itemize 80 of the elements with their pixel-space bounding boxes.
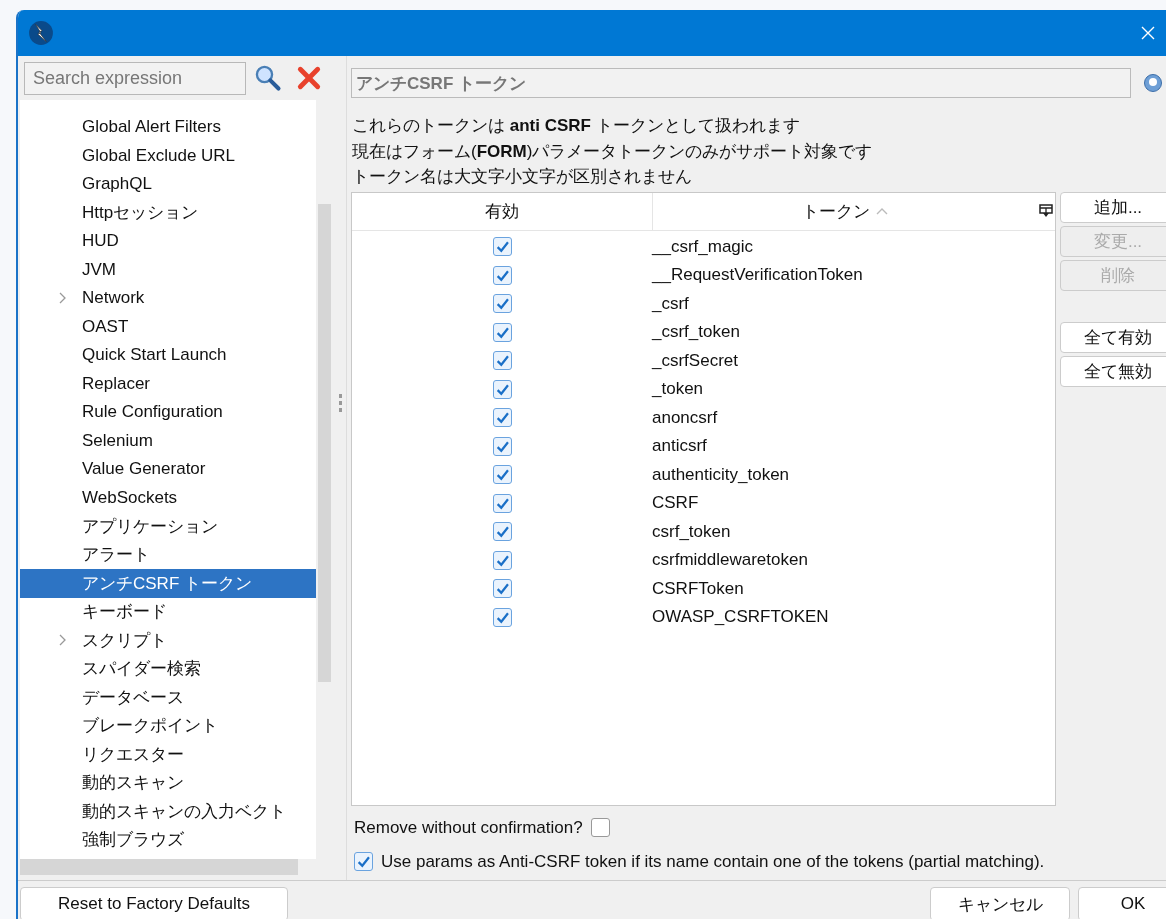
clear-icon[interactable]: [296, 65, 322, 91]
option-label: Remove without confirmation?: [354, 817, 583, 838]
option-label: Use params as Anti-CSRF token if its name contain one of the tokens (partial matching).: [381, 851, 1045, 872]
reset-button[interactable]: Reset to Factory Defaults: [20, 887, 288, 919]
help-icon[interactable]: [1143, 73, 1163, 93]
table-cell-text: anticsrf: [652, 436, 708, 457]
tree-item[interactable]: GraphQL: [20, 170, 316, 199]
tree-item[interactable]: Global Exclude URL: [20, 141, 316, 170]
panel-title: アンチCSRF トークン: [351, 68, 1131, 98]
checkbox[interactable]: [492, 579, 512, 599]
tree-item[interactable]: Quick Start Launch: [20, 341, 316, 370]
checkbox[interactable]: [492, 351, 512, 371]
table-cell-text: CSRF: [652, 493, 700, 514]
checkbox[interactable]: [492, 322, 512, 342]
tree-item[interactable]: ブレークポイント: [20, 711, 316, 740]
chevron-icon[interactable]: [58, 291, 68, 306]
table-button[interactable]: 全て有効: [1060, 321, 1166, 353]
tree-item[interactable]: キーボード: [20, 597, 316, 626]
checkbox[interactable]: [492, 522, 512, 542]
tree-item[interactable]: Value Generator: [20, 455, 316, 484]
tree-item[interactable]: Network: [20, 284, 316, 313]
column-header[interactable]: 有効: [352, 192, 653, 230]
checkbox[interactable]: [492, 408, 512, 428]
table-cell-text: csrfmiddlewaretoken: [652, 550, 809, 571]
close-icon[interactable]: [1140, 25, 1156, 41]
description-text: トークン名は大文字小文字が区別されません: [352, 166, 693, 188]
tree-item[interactable]: 動的スキャン: [20, 768, 316, 797]
chevron-icon[interactable]: [58, 633, 68, 648]
tree-item[interactable]: 強制ブラウズ: [20, 825, 316, 854]
tree-item[interactable]: スパイダー検索: [20, 654, 316, 683]
tree-item[interactable]: データベース: [20, 683, 316, 712]
checkbox[interactable]: [492, 465, 512, 485]
tree-item[interactable]: アプリケーション: [20, 512, 316, 541]
description-text: これらのトークンは anti CSRF トークンとして扱われます: [352, 115, 801, 137]
checkbox[interactable]: [492, 237, 512, 257]
table-cell-text: authenticity_token: [652, 464, 791, 485]
checkbox[interactable]: [492, 607, 512, 627]
tree-item[interactable]: スクリプト: [20, 626, 316, 655]
lightning-icon: [28, 20, 54, 46]
checkbox[interactable]: [354, 852, 373, 871]
table-cell-text: _token: [652, 379, 705, 400]
table-cell-text: __csrf_magic: [652, 236, 755, 257]
table-cell-text: anoncsrf: [652, 407, 719, 428]
table-cell-text: __RequestVerificationToken: [652, 265, 864, 286]
table-cell-text: OWASP_CSRFTOKEN: [652, 607, 830, 628]
sort-icon: [875, 207, 888, 215]
search-icon[interactable]: [254, 64, 282, 92]
table-button[interactable]: 全て無効: [1060, 355, 1166, 387]
tree-item[interactable]: Rule Configuration: [20, 398, 316, 427]
tree-item[interactable]: OAST: [20, 312, 316, 341]
table-cell-text: _csrf: [652, 293, 690, 314]
table-cell-text: _csrf_token: [652, 322, 741, 343]
checkbox[interactable]: [492, 550, 512, 570]
tree-item[interactable]: WebSockets: [20, 483, 316, 512]
checkbox[interactable]: [492, 379, 512, 399]
search-field[interactable]: Search expression: [24, 61, 246, 95]
tree-item[interactable]: アンチCSRF トークン: [20, 569, 316, 598]
column-chooser-icon[interactable]: [1038, 204, 1053, 218]
tree-item[interactable]: 動的スキャンの入力ベクト: [20, 797, 316, 826]
table-cell-text: _csrfSecret: [652, 350, 739, 371]
tree-item[interactable]: Replacer: [20, 369, 316, 398]
tree-item[interactable]: Selenium: [20, 426, 316, 455]
tree-item[interactable]: アラート: [20, 540, 316, 569]
checkbox[interactable]: [492, 265, 512, 285]
tree-item[interactable]: HUD: [20, 227, 316, 256]
checkbox[interactable]: [492, 436, 512, 456]
checkbox[interactable]: [492, 493, 512, 513]
checkbox[interactable]: [492, 294, 512, 314]
tree-item[interactable]: JVM: [20, 255, 316, 284]
tree-item[interactable]: Global Alert Filters: [20, 113, 316, 142]
table-cell-text: CSRFToken: [652, 578, 745, 599]
ok-button[interactable]: OK: [1078, 887, 1166, 919]
tree-item[interactable]: Httpセッション: [20, 198, 316, 227]
table-button[interactable]: 追加...: [1060, 191, 1166, 223]
column-header[interactable]: トークン: [653, 192, 1036, 230]
tree-item[interactable]: リクエスター: [20, 740, 316, 769]
checkbox[interactable]: [590, 818, 610, 837]
cancel-button[interactable]: キャンセル: [930, 887, 1070, 919]
table-cell-text: csrf_token: [652, 521, 732, 542]
description-text: 現在はフォーム(FORM)パラメータトークンのみがサポート対象です: [352, 140, 874, 163]
